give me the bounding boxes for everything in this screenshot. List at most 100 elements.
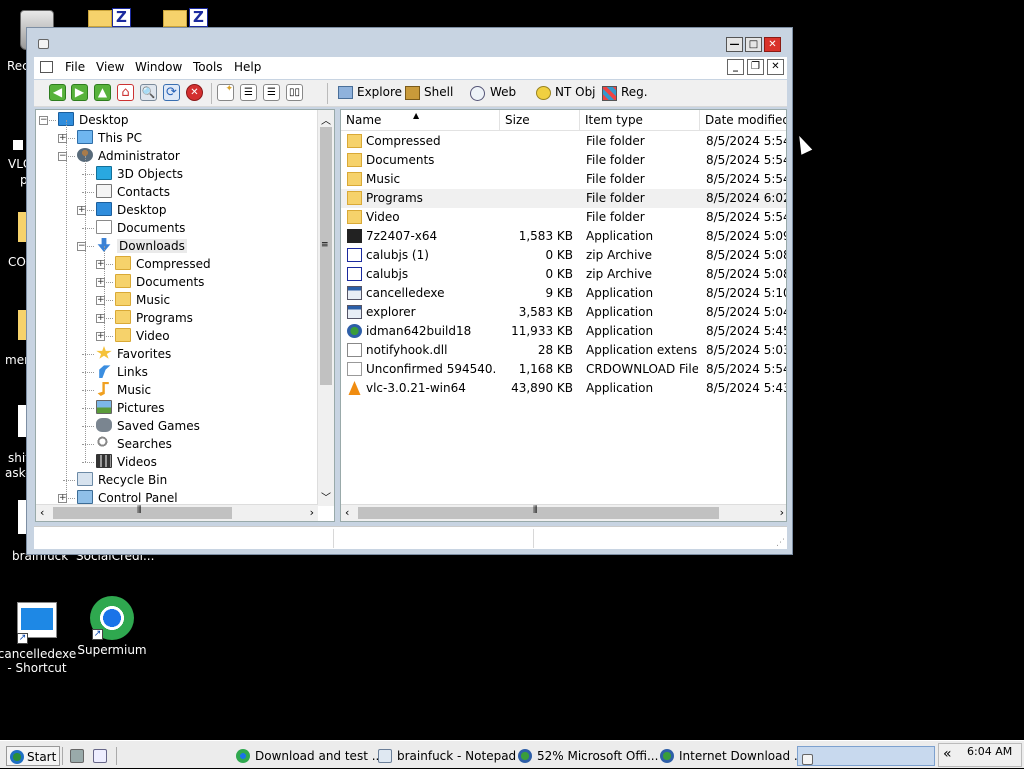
scroll-down-arrow-icon[interactable]: ﹀: [321, 489, 331, 504]
file-row[interactable]: 7z2407-x64 1,583 KB Application 8/5/2024 5:…: [341, 227, 786, 246]
folder-icon: [347, 191, 362, 205]
refresh-button[interactable]: ⟳: [163, 84, 180, 101]
tray-expand-button[interactable]: «: [943, 746, 952, 762]
taskbar-item-active-window[interactable]: [797, 746, 935, 766]
tree-node[interactable]: Saved Games: [96, 417, 200, 435]
scroll-up-arrow-icon[interactable]: ︿: [321, 112, 331, 127]
tree-node[interactable]: Compressed: [115, 255, 211, 273]
title-bar[interactable]: — □ ✕: [27, 28, 792, 57]
minimize-button[interactable]: —: [726, 37, 743, 52]
file-row[interactable]: Video File folder 8/5/2024 5:54 A: [341, 208, 786, 227]
tree-node[interactable]: Favorites: [96, 345, 171, 363]
shell-button[interactable]: Shell: [403, 80, 463, 107]
tree-node[interactable]: This PC: [77, 129, 142, 147]
tree-node[interactable]: Music: [115, 291, 170, 309]
taskbar-item-download-test[interactable]: Download and test ...: [236, 745, 383, 767]
resize-grip-icon[interactable]: ⋰: [776, 538, 785, 548]
tree-node[interactable]: Pictures: [96, 399, 165, 417]
menu-window[interactable]: Window: [135, 60, 182, 74]
folder-tree[interactable]: Desktop − This PC + Administrator −3D Objects…: [35, 109, 335, 522]
quicklaunch-explorer-button[interactable]: [93, 745, 112, 767]
taskbar-item-office-download[interactable]: 52% Microsoft Offi...: [518, 745, 658, 767]
collapse-toggle-icon[interactable]: −: [39, 116, 48, 125]
tree-node[interactable]: Recycle Bin: [77, 471, 167, 489]
tree-node[interactable]: Documents: [96, 219, 185, 237]
file-row[interactable]: Music File folder 8/5/2024 5:54 A: [341, 170, 786, 189]
registry-button[interactable]: Reg.: [600, 80, 650, 107]
cascade-button[interactable]: ☰: [240, 84, 257, 101]
scroll-left-arrow-icon[interactable]: ‹: [345, 506, 349, 519]
file-row[interactable]: idman642build18 11,933 KB Application 8/5/2…: [341, 322, 786, 341]
menu-help[interactable]: Help: [234, 60, 261, 74]
web-button[interactable]: Web: [468, 80, 524, 107]
zip-folder-desktop-icon-1[interactable]: Z: [88, 8, 136, 28]
desktop-icon-cancelledexe-shortcut[interactable]: ↗ cancelledexe - Shortcut: [0, 600, 77, 675]
quicklaunch-desktop-button[interactable]: [70, 745, 89, 767]
tree-node[interactable]: Programs: [115, 309, 193, 327]
back-button[interactable]: ◀: [49, 84, 66, 101]
desktop-icon-supermium[interactable]: ↗ Supermium: [72, 596, 152, 657]
up-button[interactable]: ▲: [94, 84, 111, 101]
file-row[interactable]: cancelledexe 9 KB Application 8/5/2024 5:10…: [341, 284, 786, 303]
search-button[interactable]: 🔍: [140, 84, 157, 101]
tree-node[interactable]: Contacts: [96, 183, 170, 201]
column-header-date[interactable]: Date modified: [700, 110, 786, 131]
clock[interactable]: 6:04 AM: [967, 745, 1012, 758]
file-list[interactable]: Name ▲ Size Item type Date modified Compr…: [340, 109, 787, 522]
tree-node[interactable]: Administrator: [77, 147, 180, 165]
file-row[interactable]: calubjs (1) 0 KB zip Archive 8/5/2024 5:08 …: [341, 246, 786, 265]
tree-node[interactable]: Desktop: [96, 201, 167, 219]
file-row[interactable]: Unconfirmed 594540.cr... 1,168 KB CRDOWNLO…: [341, 360, 786, 379]
vlc-icon: [348, 381, 361, 395]
scroll-thumb[interactable]: [53, 507, 232, 519]
tree-node[interactable]: 3D Objects: [96, 165, 183, 183]
scroll-thumb[interactable]: [320, 127, 332, 385]
menu-file[interactable]: File: [65, 60, 85, 74]
forward-button[interactable]: ▶: [71, 84, 88, 101]
scroll-right-arrow-icon[interactable]: ›: [310, 506, 314, 519]
start-button[interactable]: Start: [6, 746, 61, 766]
home-button[interactable]: ⌂: [117, 84, 134, 101]
taskbar-item-idm[interactable]: Internet Download ...: [660, 745, 805, 767]
cell-date: 8/5/2024 5:43 A: [706, 381, 786, 395]
new-window-button[interactable]: ✦: [217, 84, 234, 101]
tile-vertical-button[interactable]: ▯▯: [286, 84, 303, 101]
tree-node[interactable]: Searches: [96, 435, 172, 453]
scroll-thumb[interactable]: [358, 507, 719, 519]
file-row[interactable]: explorer 3,583 KB Application 8/5/2024 5:04…: [341, 303, 786, 322]
tree-node[interactable]: Documents: [115, 273, 204, 291]
tree-node[interactable]: Desktop: [58, 111, 129, 129]
tree-horizontal-scrollbar[interactable]: ‹ ⦀ ›: [36, 504, 318, 521]
explore-button[interactable]: Explore: [336, 80, 402, 107]
tree-node[interactable]: Links: [96, 363, 148, 381]
file-row[interactable]: Programs File folder 8/5/2024 6:02 A: [341, 189, 786, 208]
tree-node[interactable]: Videos: [96, 453, 157, 471]
maximize-button[interactable]: □: [745, 37, 762, 52]
stop-button[interactable]: ✕: [186, 84, 203, 101]
column-header-name[interactable]: Name ▲: [341, 110, 500, 131]
tile-horizontal-button[interactable]: ☰: [263, 84, 280, 101]
mdi-close-button[interactable]: ✕: [767, 59, 784, 75]
file-row[interactable]: Documents File folder 8/5/2024 5:54 A: [341, 151, 786, 170]
mdi-restore-button[interactable]: ❐: [747, 59, 764, 75]
tree-node[interactable]: Video: [115, 327, 170, 345]
ntobj-button[interactable]: NT Obj: [534, 80, 596, 107]
close-button[interactable]: ✕: [764, 37, 781, 52]
taskbar-item-notepad[interactable]: brainfuck - Notepad: [378, 745, 516, 767]
menu-view[interactable]: View: [96, 60, 124, 74]
scroll-left-arrow-icon[interactable]: ‹: [40, 506, 44, 519]
tree-node[interactable]: Music: [96, 381, 151, 399]
file-row[interactable]: Compressed File folder 8/5/2024 5:54 A: [341, 132, 786, 151]
file-row[interactable]: notifyhook.dll 28 KB Application extens...…: [341, 341, 786, 360]
column-header-type[interactable]: Item type: [580, 110, 700, 131]
tree-node[interactable]: Downloads: [96, 237, 187, 255]
file-row[interactable]: vlc-3.0.21-win64 43,890 KB Application 8/5/…: [341, 379, 786, 398]
column-header-size[interactable]: Size: [500, 110, 580, 131]
tree-vertical-scrollbar[interactable]: ︿ ≡ ﹀: [317, 110, 334, 506]
scroll-right-arrow-icon[interactable]: ›: [780, 506, 784, 519]
zip-folder-desktop-icon-2[interactable]: Z: [163, 8, 211, 28]
file-row[interactable]: calubjs 0 KB zip Archive 8/5/2024 5:08 A: [341, 265, 786, 284]
list-horizontal-scrollbar[interactable]: ‹ ⦀ ›: [341, 504, 786, 521]
menu-tools[interactable]: Tools: [193, 60, 223, 74]
mdi-minimize-button[interactable]: _: [727, 59, 744, 75]
